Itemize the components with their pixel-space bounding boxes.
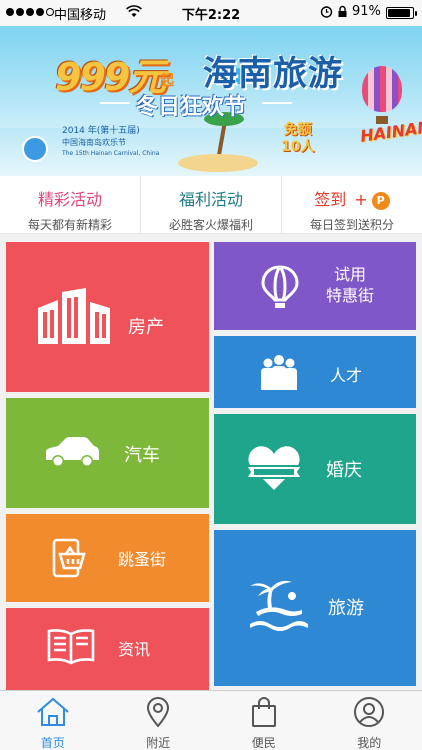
checkin-title: 签到	[314, 190, 347, 209]
banner-free-line1: 免额	[283, 122, 312, 138]
banner-title: 海南旅游	[203, 54, 343, 94]
activity-welfare-desc: 必胜客火爆福利	[168, 218, 253, 232]
tile-real-estate[interactable]: 房产	[6, 242, 209, 392]
tile-car-label: 汽车	[124, 445, 160, 466]
tile-wedding-label: 婚庆	[326, 460, 362, 481]
tile-trial-deals[interactable]: 试用 特惠街	[214, 242, 416, 330]
island-illustration	[178, 154, 258, 172]
tile-real-estate-label: 房产	[128, 317, 164, 338]
checkin-title-row: 签到 + P	[282, 186, 422, 210]
activity-highlights-title: 精彩活动	[37, 190, 102, 209]
tile-car[interactable]: 汽车	[6, 398, 209, 508]
tile-trial-label-line2: 特惠街	[326, 286, 375, 305]
promo-banner[interactable]: 999元 起 海南旅游 冬日狂欢节 2014 年(第十五届) 中国海南岛欢乐节 …	[0, 26, 422, 176]
activity-checkin-desc: 每日签到送积分	[309, 218, 394, 232]
shopping-bag-icon	[247, 697, 281, 731]
banner-event-year: 2014 年(第十五届)	[62, 126, 140, 136]
tile-talent-label: 人才	[330, 366, 363, 385]
tile-travel[interactable]: 旅游	[214, 530, 416, 686]
tab-home-label: 首页	[40, 736, 65, 750]
people-icon	[260, 354, 298, 390]
heart-icon	[246, 442, 302, 492]
banner-free-offer: 免额 10人	[281, 122, 314, 156]
buildings-icon	[36, 288, 112, 344]
tab-nearby-label: 附近	[146, 736, 171, 750]
activity-checkin[interactable]: 签到 + P 每日签到送积分	[282, 176, 422, 233]
banner-price-suffix: 起	[160, 73, 174, 89]
status-bar: 中国移动 下午2:22 91%	[0, 0, 422, 26]
tile-news-label: 资讯	[118, 640, 151, 659]
tab-profile-label: 我的	[357, 736, 382, 750]
tab-convenience-label: 便民	[251, 736, 276, 750]
battery-percentage: 91%	[352, 4, 381, 19]
location-pin-icon	[141, 697, 175, 731]
category-grid: 房产 试用 特惠街 人才 汽车 婚庆 跳蚤街 旅游 资讯	[0, 234, 422, 690]
tile-news[interactable]: 资讯	[6, 608, 209, 690]
home-icon	[36, 697, 70, 731]
banner-free-line2: 10人	[281, 139, 315, 155]
activity-highlights-desc: 每天都有新精彩	[27, 218, 112, 232]
tab-bar: 首页 附近 便民 我的	[0, 690, 422, 750]
tile-flea-market-label: 跳蚤街	[118, 550, 167, 569]
tab-home[interactable]: 首页	[0, 691, 106, 750]
carnival-mascot-icon	[22, 136, 48, 162]
shopping-basket-icon	[52, 538, 86, 578]
tile-trial-label: 试用 特惠街	[326, 264, 374, 306]
banner-subtitle: 冬日狂欢节	[136, 95, 247, 120]
battery-icon	[386, 7, 417, 19]
tile-talent[interactable]: 人才	[214, 336, 416, 408]
banner-event-name: 中国海南岛欢乐节	[62, 138, 126, 147]
balloon-icon	[260, 264, 300, 310]
tile-trial-label-line1: 试用	[334, 265, 367, 284]
tab-profile[interactable]: 我的	[317, 691, 422, 750]
tab-nearby[interactable]: 附近	[106, 691, 212, 750]
car-icon	[42, 436, 102, 468]
banner-dash-left	[100, 102, 130, 104]
activity-strip: 精彩活动 每天都有新精彩 福利活动 必胜客火爆福利 签到 + P 每日签到送积分	[0, 176, 422, 234]
book-icon	[46, 628, 96, 666]
banner-dash-right	[262, 102, 292, 104]
hot-air-balloon-illustration	[362, 66, 402, 112]
points-badge-icon: P	[371, 191, 390, 210]
activity-welfare[interactable]: 福利活动 必胜客火爆福利	[141, 176, 282, 233]
user-icon	[352, 697, 386, 731]
orientation-lock-icon	[336, 5, 349, 22]
banner-event-english: The 15th Hainan Carnival, China	[62, 150, 160, 157]
tile-wedding[interactable]: 婚庆	[214, 414, 416, 524]
island-icon	[248, 578, 310, 636]
checkin-plus: +	[354, 190, 368, 209]
activity-welfare-title: 福利活动	[178, 190, 243, 209]
banner-event-info: 2014 年(第十五届) 中国海南岛欢乐节 The 15th Hainan Ca…	[62, 126, 159, 159]
tile-travel-label: 旅游	[328, 598, 364, 619]
alarm-icon	[320, 5, 333, 22]
activity-highlights[interactable]: 精彩活动 每天都有新精彩	[0, 176, 141, 233]
tab-convenience[interactable]: 便民	[211, 691, 317, 750]
tile-flea-market[interactable]: 跳蚤街	[6, 514, 209, 602]
